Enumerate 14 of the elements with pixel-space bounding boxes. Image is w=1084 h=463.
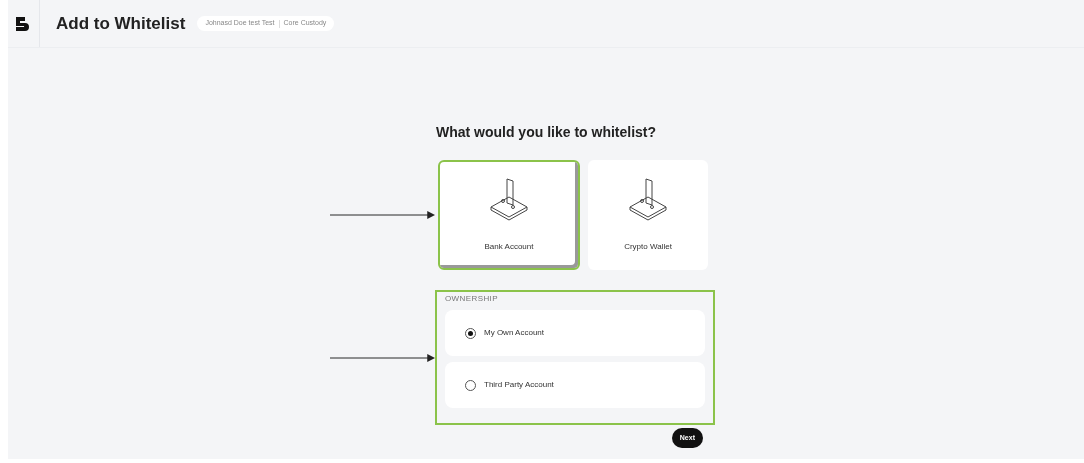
radio-option[interactable]: Third Party Account: [445, 362, 705, 408]
type-card[interactable]: Crypto Wallet: [588, 160, 708, 270]
card-label: Bank Account: [484, 241, 534, 253]
option-label: Third Party Account: [484, 379, 554, 391]
question-heading: What would you like to whitelist?: [435, 123, 657, 142]
card-label: Crypto Wallet: [624, 241, 672, 253]
option-label: My Own Account: [484, 327, 545, 339]
stand-device-icon: [628, 177, 668, 221]
logo-icon: [15, 16, 32, 31]
radio-option[interactable]: My Own Account: [445, 310, 705, 356]
page-title: Add to Whitelist: [56, 12, 186, 35]
type-card[interactable]: Bank Account: [438, 160, 580, 270]
stand-device-icon: [489, 177, 529, 221]
section-label: OWNERSHIP: [445, 294, 499, 304]
